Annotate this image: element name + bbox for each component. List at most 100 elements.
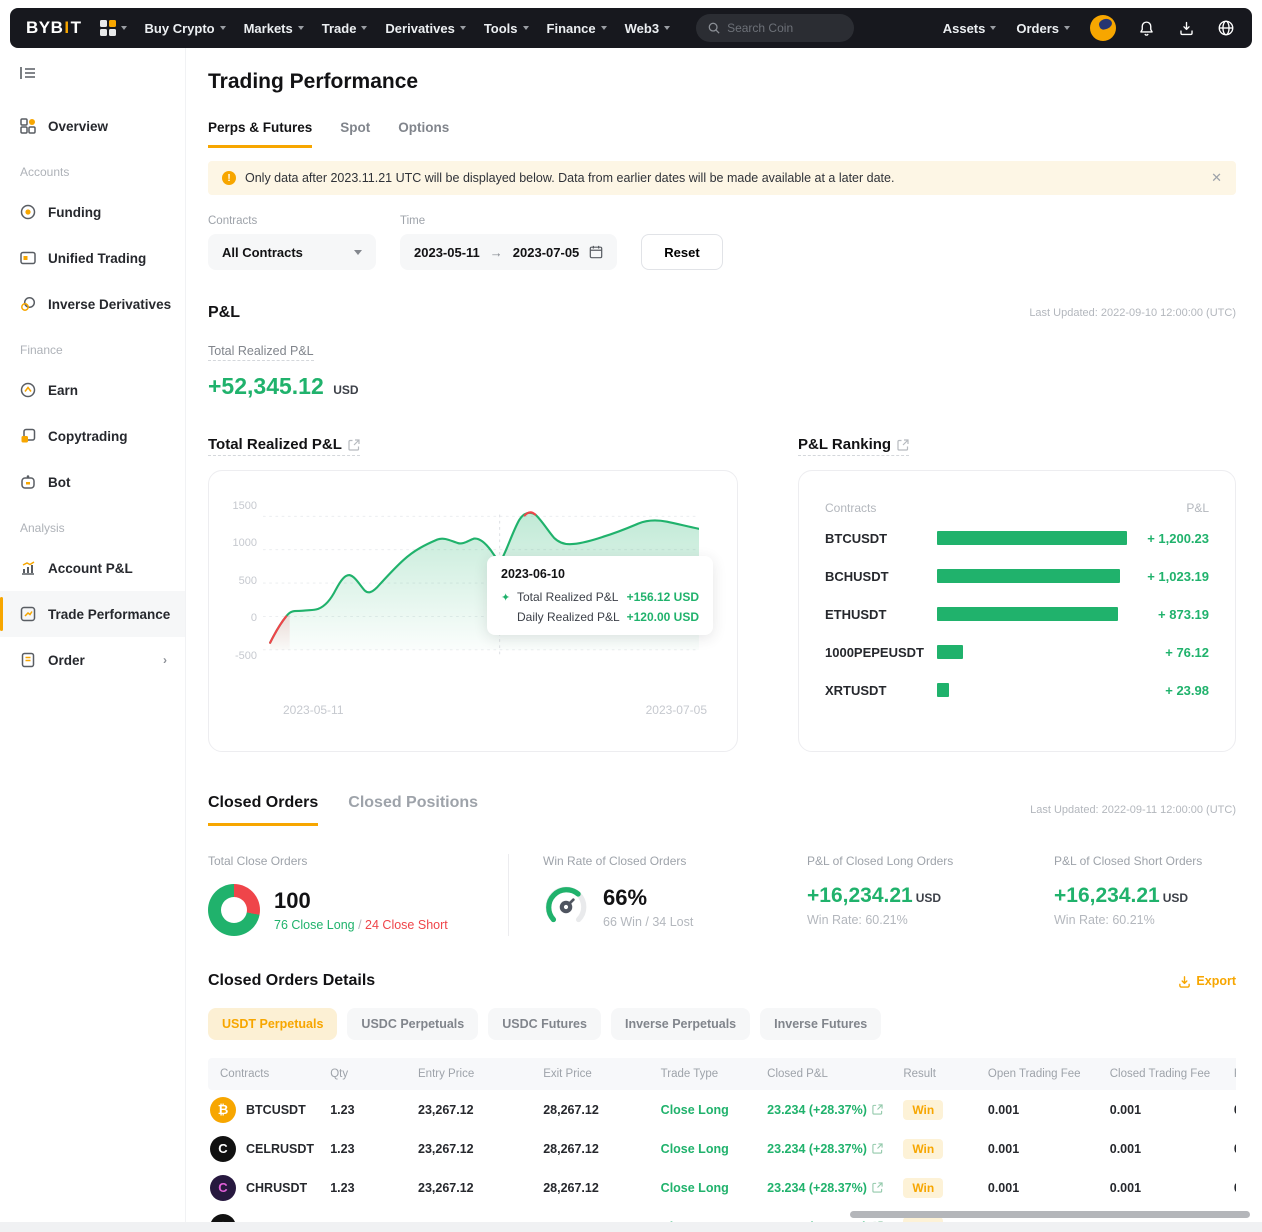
close-orders-donut-chart <box>208 884 260 936</box>
caret-down-icon <box>219 26 226 30</box>
nav-finance[interactable]: Finance <box>547 21 607 36</box>
funding-icon <box>20 204 36 220</box>
external-link-icon[interactable] <box>872 1104 883 1115</box>
tab-perps-futures[interactable]: Perps & Futures <box>208 120 313 148</box>
horizontal-scrollbar-track[interactable] <box>0 1222 1262 1232</box>
nav-web3[interactable]: Web3 <box>625 21 671 36</box>
external-link-icon[interactable] <box>872 1143 883 1154</box>
order-icon <box>21 652 35 668</box>
chip-usdt-perpetuals[interactable]: USDT Perpetuals <box>208 1008 338 1040</box>
chip-usdc-futures[interactable]: USDC Futures <box>488 1008 601 1040</box>
caret-down-icon <box>990 26 997 30</box>
caret-down-icon <box>664 26 671 30</box>
sidebar-collapse-button[interactable] <box>20 66 185 85</box>
realized-pnl-panel: Total Realized P&L 1500 1000 500 0 -500 <box>208 436 738 752</box>
filters-row: Contracts All Contracts Time 2023-05-11 … <box>208 215 1236 270</box>
pnl-heading: P&L <box>208 304 240 321</box>
caret-down-icon <box>522 26 529 30</box>
globe-icon <box>1218 20 1234 36</box>
sidebar-item-overview[interactable]: Overview <box>0 103 185 149</box>
nav-derivatives[interactable]: Derivatives <box>385 21 466 36</box>
chip-inverse-futures[interactable]: Inverse Futures <box>760 1008 882 1040</box>
warning-icon: ! <box>222 171 236 185</box>
nav-buy-crypto[interactable]: Buy Crypto <box>145 21 226 36</box>
banner-close-icon[interactable]: ✕ <box>1211 170 1222 186</box>
contracts-filter-label: Contracts <box>208 215 258 227</box>
caret-down-icon <box>1064 26 1070 30</box>
calendar-icon <box>589 245 603 259</box>
ranking-row: 1000PEPEUSDT + 76.12 <box>825 644 1209 660</box>
sidebar-item-inverse-derivatives[interactable]: Inverse Derivatives <box>0 281 185 327</box>
nav-tools[interactable]: Tools <box>484 21 529 36</box>
external-link-icon[interactable] <box>348 438 360 451</box>
date-from: 2023-05-11 <box>414 244 480 260</box>
y-axis-labels: 1500 1000 500 0 -500 <box>232 500 257 662</box>
ranking-bar <box>937 531 1127 545</box>
table-row: C CHRUSDT 1.23 23,267.12 28,267.12 Close … <box>208 1168 1236 1207</box>
date-arrow: → <box>489 244 503 260</box>
stat-pnl-short: P&L of Closed Short Orders +16,234.21 USD… <box>1054 854 1203 927</box>
tab-spot[interactable]: Spot <box>340 120 370 148</box>
closed-last-updated: Last Updated: 2022-09-11 12:00:00 (UTC) <box>1030 804 1236 816</box>
contracts-dropdown[interactable]: All Contracts <box>208 234 376 270</box>
sidebar-item-order[interactable]: Order › <box>0 637 185 683</box>
export-button[interactable]: Export <box>1178 974 1236 988</box>
user-avatar[interactable] <box>1090 15 1116 41</box>
ranking-row: BCHUSDT + 1,023.19 <box>825 568 1209 584</box>
logo-text-2: T <box>70 18 82 37</box>
tab-closed-positions[interactable]: Closed Positions <box>348 794 478 826</box>
nav-markets[interactable]: Markets <box>244 21 304 36</box>
nav-trade[interactable]: Trade <box>322 21 368 36</box>
sidebar-item-earn[interactable]: Earn <box>0 367 185 413</box>
inverse-derivatives-icon <box>21 296 36 311</box>
table-header-row: Contracts Qty Entry Price Exit Price Tra… <box>208 1058 1236 1090</box>
account-pnl-icon <box>22 561 35 575</box>
export-icon <box>1179 975 1191 988</box>
contract-type-chips: USDT Perpetuals USDC Perpetuals USDC Fut… <box>208 1008 1236 1040</box>
horizontal-scrollbar-thumb[interactable] <box>850 1211 1250 1218</box>
reset-button[interactable]: Reset <box>641 234 723 270</box>
search-input[interactable] <box>727 21 838 35</box>
download-icon <box>1179 21 1193 35</box>
coin-search[interactable] <box>696 14 855 42</box>
external-link-icon[interactable] <box>897 438 909 451</box>
date-range-picker[interactable]: 2023-05-11 → 2023-07-05 <box>400 234 618 270</box>
sidebar-item-bot[interactable]: Bot <box>0 459 185 505</box>
tooltip-date: 2023-06-10 <box>501 567 565 581</box>
download-app-button[interactable] <box>1176 18 1196 38</box>
trade-performance-icon <box>20 606 36 622</box>
tab-closed-orders[interactable]: Closed Orders <box>208 794 319 826</box>
celr-coin-icon: C <box>210 1135 236 1162</box>
orders-menu[interactable]: Orders <box>1016 21 1070 36</box>
bybit-logo[interactable]: BYB I T <box>26 18 82 38</box>
notifications-button[interactable] <box>1136 18 1156 38</box>
sidebar-item-trade-performance[interactable]: Trade Performance <box>0 591 185 637</box>
apps-menu-button[interactable] <box>99 20 127 36</box>
ranking-bar <box>937 645 963 659</box>
chevron-right-icon: › <box>163 653 167 667</box>
sidebar-item-account-pnl[interactable]: Account P&L <box>0 545 185 591</box>
language-button[interactable] <box>1216 18 1236 38</box>
table-row: ₿ BTCUSDT 1.23 23,267.12 28,267.12 Close … <box>208 1090 1236 1129</box>
caret-down-icon <box>459 26 466 30</box>
chip-usdc-perpetuals[interactable]: USDC Perpetuals <box>347 1008 479 1040</box>
chip-inverse-perpetuals[interactable]: Inverse Perpetuals <box>610 1008 751 1040</box>
series-marker-icon: ✦ <box>501 591 511 604</box>
external-link-icon[interactable] <box>872 1182 883 1193</box>
stat-total-close-orders: Total Close Orders 100 76 Close Long / 2… <box>208 854 508 936</box>
sidebar-item-funding[interactable]: Funding <box>0 189 185 235</box>
assets-menu[interactable]: Assets <box>943 21 997 36</box>
sidebar-item-copytrading[interactable]: Copytrading <box>0 413 185 459</box>
caret-down-icon <box>120 26 127 30</box>
realized-pnl-chart[interactable]: 1500 1000 500 0 -500 2023-05-11 2023-07-… <box>208 470 738 752</box>
collapse-sidebar-icon <box>20 67 35 79</box>
pnl-ranking-chart: Contracts P&L BTCUSDT + 1,200.23 BCHUSDT… <box>798 470 1236 752</box>
overview-icon <box>20 118 36 134</box>
search-icon <box>708 22 720 34</box>
ranking-row: BTCUSDT + 1,200.23 <box>825 530 1209 546</box>
sidebar-item-unified-trading[interactable]: Unified Trading <box>0 235 185 281</box>
caret-down-icon <box>297 26 304 30</box>
tab-options[interactable]: Options <box>398 120 449 148</box>
chart-tooltip: 2023-06-10 ✦ Total Realized P&L +156.12 … <box>487 556 713 635</box>
sidebar-section-analysis: Analysis <box>20 521 65 535</box>
